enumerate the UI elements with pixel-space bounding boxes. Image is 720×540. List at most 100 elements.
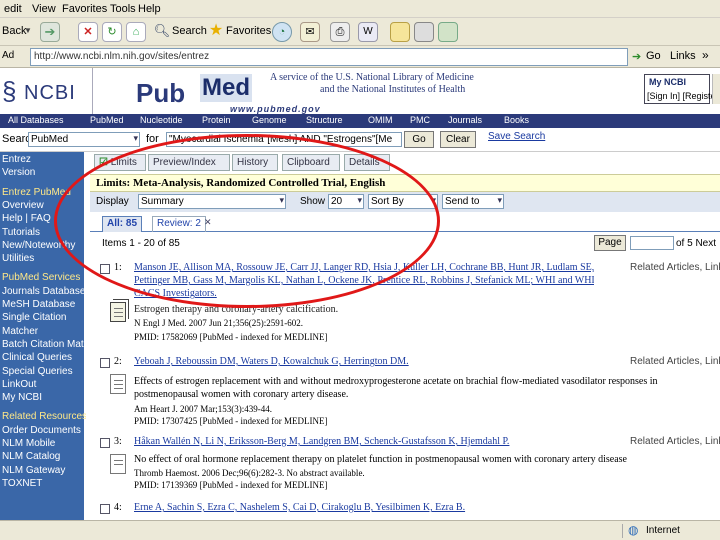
- star-icon[interactable]: ★: [206, 22, 226, 42]
- nav-nucleotide[interactable]: Nucleotide: [140, 115, 183, 125]
- messenger-icon[interactable]: [414, 22, 434, 42]
- sidebar-link[interactable]: Help | FAQ: [2, 213, 86, 224]
- related-articles-link[interactable]: Related Articles, Links: [630, 436, 720, 447]
- abstract-document-icon[interactable]: [110, 374, 126, 394]
- tab-limits[interactable]: ☑ Limits: [94, 154, 146, 171]
- result-checkbox[interactable]: [100, 438, 110, 448]
- page-input[interactable]: [630, 236, 674, 250]
- page-button[interactable]: Page: [594, 235, 626, 251]
- result-checkbox[interactable]: [100, 358, 110, 368]
- clear-button[interactable]: Clear: [440, 131, 476, 148]
- research-icon[interactable]: [438, 22, 458, 42]
- sidebar-link[interactable]: NLM Gateway: [2, 465, 86, 476]
- back-button[interactable]: Back: [2, 25, 26, 37]
- save-search-link[interactable]: Save Search: [488, 131, 545, 142]
- sign-in-register-link[interactable]: [Sign In] [Register]: [647, 91, 720, 101]
- chevron-right-icon[interactable]: »: [702, 48, 709, 62]
- database-select[interactable]: PubMed: [28, 132, 140, 147]
- result-authors[interactable]: Håkan Wallén N, Li N, Eriksson-Berg M, L…: [134, 436, 594, 447]
- nav-omim[interactable]: OMIM: [368, 115, 393, 125]
- result-authors[interactable]: Manson JE, Allison MA, Rossouw JE, Carr …: [134, 262, 594, 273]
- sidebar-link[interactable]: Clinical Queries: [2, 352, 86, 363]
- tab-history[interactable]: History: [232, 154, 278, 171]
- sidebar-link[interactable]: LinkOut: [2, 379, 86, 390]
- nav-structure[interactable]: Structure: [306, 115, 343, 125]
- pubmed-logo-med[interactable]: Med: [200, 74, 252, 102]
- sidebar-link[interactable]: New/Noteworthy: [2, 240, 86, 251]
- sidebar-link[interactable]: MeSH Database: [2, 299, 86, 310]
- mail-icon[interactable]: ✉: [300, 22, 320, 42]
- subtab-all[interactable]: All: 85: [102, 216, 143, 232]
- tab-preview-index[interactable]: Preview/Index: [148, 154, 230, 171]
- menu-help[interactable]: Help: [138, 3, 161, 15]
- nav-pubmed[interactable]: PubMed: [90, 115, 124, 125]
- send-to-select[interactable]: Send to: [442, 194, 504, 209]
- pubmed-logo-pub[interactable]: Pub: [136, 78, 185, 109]
- print-icon[interactable]: ⎙: [330, 22, 350, 42]
- close-icon[interactable]: ✕: [204, 217, 212, 228]
- menu-view[interactable]: View: [32, 3, 56, 15]
- refresh-icon[interactable]: ↻: [102, 22, 122, 42]
- abstract-document-icon[interactable]: [110, 302, 126, 322]
- result-authors-cont[interactable]: Pettinger MB, Gass M, Margolis KL, Natha…: [134, 275, 594, 286]
- forward-icon[interactable]: ➔: [40, 22, 60, 42]
- sidebar-link[interactable]: Version: [2, 167, 86, 178]
- sidebar-link[interactable]: Special Queries: [2, 366, 86, 377]
- stop-icon[interactable]: ✕: [78, 22, 98, 42]
- links-label[interactable]: Links: [670, 50, 696, 62]
- page-of-next[interactable]: of 5 Next: [676, 238, 716, 249]
- menu-favorites[interactable]: Favorites: [62, 3, 107, 15]
- nav-pmc[interactable]: PMC: [410, 115, 430, 125]
- menu-edit[interactable]: edit: [4, 3, 22, 15]
- nav-journals[interactable]: Journals: [448, 115, 482, 125]
- go-search-button[interactable]: Go: [404, 131, 434, 148]
- tab-clipboard[interactable]: Clipboard: [282, 154, 340, 171]
- menu-tools[interactable]: Tools: [110, 3, 136, 15]
- result-checkbox[interactable]: [100, 504, 110, 514]
- go-arrow-icon[interactable]: ➔: [632, 50, 641, 63]
- address-input[interactable]: http://www.ncbi.nlm.nih.gov/sites/entrez: [30, 48, 628, 66]
- subtab-review[interactable]: Review: 2: [152, 216, 206, 232]
- nav-protein[interactable]: Protein: [202, 115, 231, 125]
- sidebar-link[interactable]: NLM Mobile: [2, 438, 86, 449]
- sidebar-link[interactable]: NLM Catalog: [2, 451, 86, 462]
- go-button[interactable]: Go: [646, 50, 661, 62]
- result-authors-cont[interactable]: CACS Investigators.: [134, 288, 594, 299]
- sidebar-link[interactable]: Entrez: [2, 154, 86, 165]
- sidebar-link[interactable]: Journals Database: [2, 286, 86, 297]
- home-icon[interactable]: ⌂: [126, 22, 146, 42]
- sidebar-link[interactable]: My NCBI: [2, 392, 86, 403]
- folder-icon[interactable]: [390, 22, 410, 42]
- sidebar-link[interactable]: TOXNET: [2, 478, 86, 489]
- search-input[interactable]: "Myocardial Ischemia"[Mesh] AND "Estroge…: [166, 132, 402, 147]
- nav-books[interactable]: Books: [504, 115, 529, 125]
- sidebar-link[interactable]: Matcher: [2, 326, 86, 337]
- vertical-scrollbar[interactable]: [712, 74, 720, 104]
- result-checkbox[interactable]: [100, 264, 110, 274]
- sidebar-link[interactable]: Tutorials: [2, 227, 86, 238]
- display-select[interactable]: Summary: [138, 194, 286, 209]
- nav-genome[interactable]: Genome: [252, 115, 287, 125]
- sidebar-link[interactable]: Order Documents: [2, 425, 86, 436]
- edit-icon[interactable]: W: [358, 22, 378, 42]
- document-icon[interactable]: [110, 454, 126, 474]
- history-icon[interactable]: ◔: [272, 22, 292, 42]
- sidebar-link[interactable]: Overview: [2, 200, 86, 211]
- chevron-down-icon[interactable]: ▼: [24, 26, 32, 35]
- search-icon[interactable]: 🔍︎: [152, 22, 172, 42]
- sidebar-link[interactable]: Single Citation: [2, 312, 86, 323]
- result-authors[interactable]: Erne A, Sachin S, Ezra C, Nashelem S, Ca…: [134, 502, 594, 513]
- my-ncbi-link[interactable]: My NCBI: [649, 77, 686, 87]
- result-authors[interactable]: Yeboah J, Reboussin DM, Waters D, Kowalc…: [134, 356, 594, 367]
- related-articles-link[interactable]: Related Articles, Links: [630, 356, 720, 367]
- ncbi-logo-text[interactable]: NCBI: [24, 82, 76, 105]
- favorites-button-label[interactable]: Favorites: [226, 25, 271, 37]
- sidebar-link[interactable]: Batch Citation Matcher: [2, 339, 86, 350]
- tab-details[interactable]: Details: [344, 154, 390, 171]
- nav-all-databases[interactable]: All Databases: [8, 115, 64, 125]
- sort-select[interactable]: Sort By: [368, 194, 438, 209]
- search-button-label[interactable]: Search: [172, 25, 207, 37]
- related-articles-link[interactable]: Related Articles, Links: [630, 262, 720, 273]
- show-select[interactable]: 20: [328, 194, 364, 209]
- sidebar-link[interactable]: Utilities: [2, 253, 86, 264]
